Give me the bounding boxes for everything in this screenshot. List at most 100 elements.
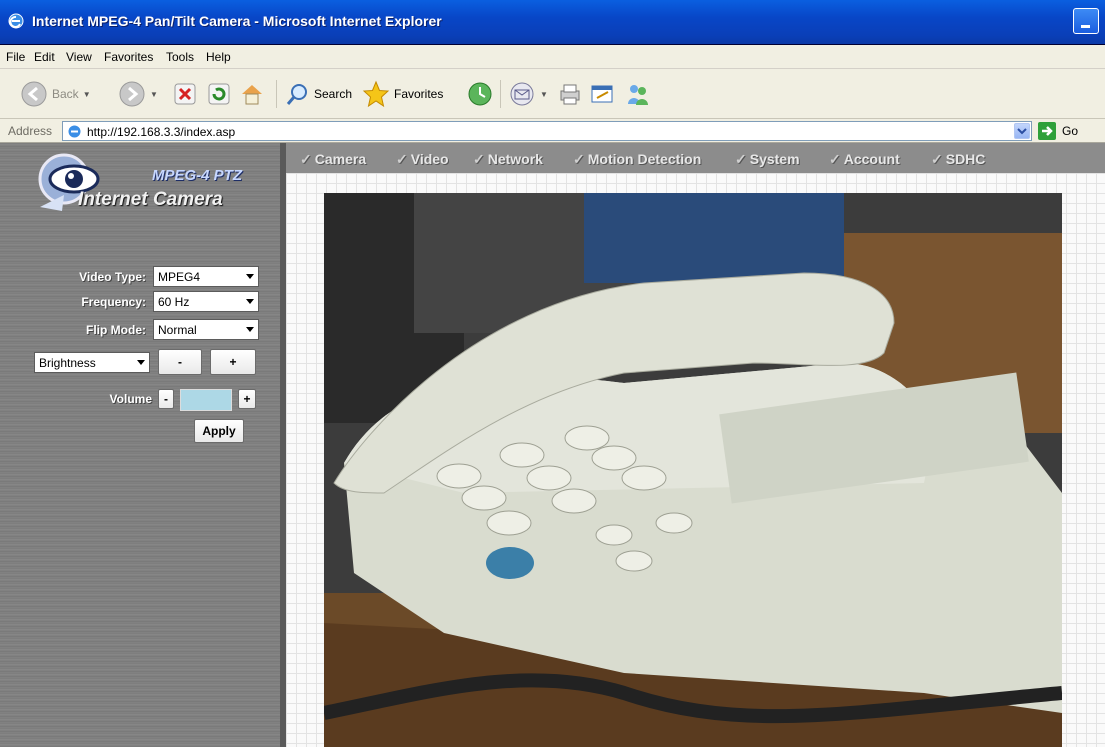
check-icon: ✓: [396, 151, 408, 167]
go-label[interactable]: Go: [1062, 124, 1078, 138]
internet-explorer-icon: [8, 13, 24, 29]
favorites-button[interactable]: Favorites: [362, 78, 443, 110]
mail-dropdown-icon[interactable]: ▼: [540, 90, 548, 99]
address-url: http://192.168.3.3/index.asp: [87, 125, 236, 139]
mail-icon: [510, 82, 534, 106]
chevron-down-icon: [246, 274, 254, 279]
search-button[interactable]: Search: [284, 78, 352, 110]
stop-button[interactable]: [172, 78, 198, 110]
home-button[interactable]: [238, 78, 266, 110]
go-arrow-icon: [1042, 126, 1053, 136]
tab-account-label: Account: [843, 151, 900, 167]
favorites-label: Favorites: [394, 87, 444, 101]
address-label: Address: [8, 124, 53, 138]
logo: MPEG-4 PTZ Internet Camera: [34, 151, 274, 221]
go-button[interactable]: [1038, 122, 1056, 140]
forward-dropdown-icon[interactable]: ▼: [150, 90, 158, 99]
forward-button[interactable]: ▼: [118, 78, 158, 110]
tab-camera[interactable]: ✓ Camera: [300, 151, 366, 168]
history-icon: [468, 82, 492, 106]
messenger-icon: [628, 85, 648, 105]
menu-bar: File Edit View Favorites Tools Help: [0, 45, 1105, 69]
forward-arrow-icon: [119, 81, 145, 107]
tab-system-label: System: [749, 151, 800, 167]
check-icon: ✓: [573, 151, 585, 167]
toolbar-separator: [276, 80, 277, 108]
check-icon: ✓: [829, 151, 841, 167]
apply-button[interactable]: Apply: [194, 419, 244, 443]
menu-file[interactable]: File: [6, 50, 25, 64]
messenger-button[interactable]: [624, 78, 652, 110]
search-label: Search: [314, 87, 353, 101]
back-label: Back: [52, 87, 79, 101]
volume-increase-button[interactable]: +: [238, 389, 256, 409]
frequency-select[interactable]: 60 Hz: [153, 291, 259, 312]
address-dropdown-button[interactable]: [1014, 123, 1030, 139]
image-adjust-select[interactable]: Brightness: [34, 352, 150, 373]
video-type-label: Video Type:: [79, 270, 146, 284]
refresh-icon: [208, 83, 230, 105]
video-type-select[interactable]: MPEG4: [153, 266, 259, 287]
tab-motion-detection-label: Motion Detection: [587, 151, 702, 167]
menu-edit[interactable]: Edit: [34, 50, 55, 64]
tab-network-label: Network: [487, 151, 543, 167]
brand-name: Internet Camera: [78, 189, 223, 210]
search-icon: [286, 84, 307, 105]
tab-video-label: Video: [410, 151, 449, 167]
minimize-button[interactable]: [1073, 8, 1099, 34]
mail-button[interactable]: ▼: [508, 78, 548, 110]
chevron-down-icon: [246, 299, 254, 304]
menu-help[interactable]: Help: [206, 50, 231, 64]
video-type-value: MPEG4: [158, 270, 201, 284]
window-title-bar[interactable]: Internet MPEG-4 Pan/Tilt Camera - Micros…: [0, 0, 1105, 45]
toolbar-separator: [500, 80, 501, 108]
volume-level-bar[interactable]: [180, 389, 232, 411]
back-button[interactable]: Back ▼: [20, 78, 91, 110]
flip-mode-select[interactable]: Normal: [153, 319, 259, 340]
image-adjust-value: Brightness: [39, 356, 96, 370]
decrease-button[interactable]: -: [158, 349, 202, 375]
tab-account[interactable]: ✓ Account: [829, 151, 900, 168]
tab-system[interactable]: ✓ System: [735, 151, 800, 168]
refresh-button[interactable]: [206, 78, 232, 110]
flip-mode-label: Flip Mode:: [86, 323, 146, 337]
check-icon: ✓: [300, 151, 312, 167]
print-button[interactable]: [556, 78, 584, 110]
tab-motion-detection[interactable]: ✓ Motion Detection: [573, 151, 701, 168]
telephone-image: [324, 193, 1062, 747]
volume-label: Volume: [109, 392, 152, 406]
edit-button[interactable]: [588, 78, 616, 110]
chevron-down-icon: [137, 360, 145, 365]
increase-button[interactable]: +: [210, 349, 256, 375]
tab-sdhc-label: SDHC: [945, 151, 986, 167]
menu-tools[interactable]: Tools: [166, 50, 194, 64]
frequency-label: Frequency:: [81, 295, 146, 309]
tab-sdhc[interactable]: ✓ SDHC: [931, 151, 985, 168]
address-input[interactable]: http://192.168.3.3/index.asp: [62, 121, 1032, 141]
window-title: Internet MPEG-4 Pan/Tilt Camera - Micros…: [32, 13, 442, 29]
page-icon: [68, 125, 81, 138]
control-sidebar: MPEG-4 PTZ Internet Camera Video Type: M…: [0, 143, 286, 747]
flip-mode-value: Normal: [158, 323, 197, 337]
back-arrow-icon: [21, 81, 47, 107]
tab-camera-label: Camera: [314, 151, 367, 167]
home-icon: [242, 85, 262, 105]
chevron-down-icon: [246, 327, 254, 332]
check-icon: ✓: [473, 151, 485, 167]
tab-network[interactable]: ✓ Network: [473, 151, 543, 168]
standard-toolbar: Back ▼ ▼ Search Favorites ▼: [0, 69, 1105, 119]
history-button[interactable]: [466, 78, 494, 110]
check-icon: ✓: [931, 151, 943, 167]
menu-favorites[interactable]: Favorites: [104, 50, 153, 64]
check-icon: ✓: [735, 151, 747, 167]
volume-decrease-button[interactable]: -: [158, 389, 174, 409]
settings-tabs: ✓ Camera ✓ Video ✓ Network ✓ Motion Detectio…: [286, 143, 1105, 173]
menu-view[interactable]: View: [66, 50, 92, 64]
tab-video[interactable]: ✓ Video: [396, 151, 449, 168]
printer-icon: [560, 84, 580, 105]
back-dropdown-icon[interactable]: ▼: [83, 90, 91, 99]
stop-icon: [174, 83, 196, 105]
address-bar: Address http://192.168.3.3/index.asp Go: [0, 119, 1105, 143]
star-icon: [362, 80, 390, 108]
camera-video-feed[interactable]: [324, 193, 1062, 747]
